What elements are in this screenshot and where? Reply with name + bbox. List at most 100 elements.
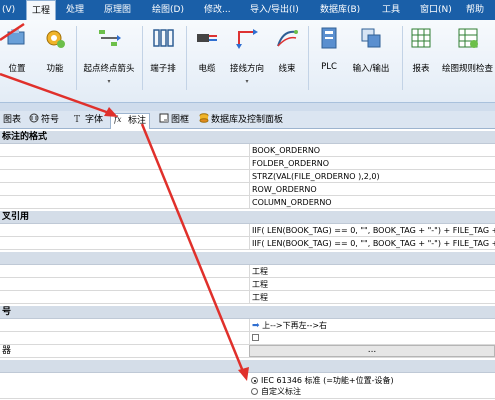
table-row[interactable]: ROW_ORDERNO	[0, 183, 495, 196]
fx-icon: fx	[114, 115, 122, 124]
ribbon-separator	[402, 26, 403, 90]
location-icon	[7, 29, 25, 45]
property-value[interactable]: 工程	[249, 265, 495, 278]
property-value[interactable]	[249, 332, 495, 345]
ribbon-separator	[142, 26, 143, 90]
checkbox[interactable]	[252, 334, 259, 341]
property-name: 器	[2, 346, 12, 356]
browse-button[interactable]: ...	[249, 345, 495, 357]
menu-view[interactable]: (V)	[2, 0, 15, 20]
ribbon-separator	[308, 26, 309, 90]
table-row[interactable]: IIF( LEN(BOOK_TAG) == 0, "", BOOK_TAG + …	[0, 224, 495, 237]
drawing-rules-button[interactable]: 绘图规则检查	[440, 24, 495, 94]
drawing-rules-label: 绘图规则检查	[441, 64, 493, 74]
plc-button[interactable]: PLC	[314, 24, 344, 94]
tab-bar: 图表 符号 T 字体 fx 标注 图框 数据库及控制面板	[0, 111, 495, 129]
radio-button[interactable]	[251, 388, 258, 395]
menu-import-export[interactable]: 导入/导出(I)	[250, 0, 299, 20]
tab-database-control-label: 数据库及控制面板	[211, 115, 284, 125]
cable-button[interactable]: 电缆	[192, 24, 222, 94]
tab-annotation-label: 标注	[128, 116, 147, 126]
property-value[interactable]: 工程	[249, 291, 495, 304]
menu-schematic[interactable]: 原理图	[104, 0, 131, 20]
numbering-direction-value[interactable]: ➡ 上-->下再左-->右	[249, 319, 495, 332]
direction-arrow-icon: ➡	[252, 321, 260, 331]
radio-iec-label: IEC 61346 标准 (=功能+位置-设备)	[261, 376, 394, 385]
property-value[interactable]: 工程	[249, 278, 495, 291]
menu-process[interactable]: 处理	[66, 0, 84, 20]
arrow-endpoints-icon	[99, 30, 121, 46]
chevron-down-icon: ▾	[245, 78, 249, 85]
ribbon: 位置 功能 起点终点箭头 ▾ 端子排 电缆 接线方向 ▾ 线束 PLC 输入/输…	[0, 20, 495, 103]
category-number[interactable]: 号	[0, 306, 495, 319]
radio-button-selected[interactable]	[251, 377, 258, 384]
table-row[interactable]: STRZ(VAL(FILE_ORDERNO ),2,0)	[0, 170, 495, 183]
category-cross-reference[interactable]: 叉引用	[0, 211, 495, 224]
font-icon: T	[74, 115, 80, 123]
category-annotation-format[interactable]: 标注的格式	[0, 131, 495, 144]
table-row[interactable]	[0, 332, 495, 345]
direction-text: 上-->下再左-->右	[262, 321, 328, 330]
drawing-rules-icon	[458, 28, 478, 48]
tab-symbol[interactable]: 符号	[26, 113, 62, 129]
table-row[interactable]: COLUMN_ORDERNO	[0, 196, 495, 209]
ribbon-separator	[76, 26, 77, 90]
menu-database[interactable]: 数据库(B)	[320, 0, 360, 20]
location-button[interactable]: 位置	[2, 24, 32, 94]
menu-modify[interactable]: 修改...	[204, 0, 231, 20]
ribbon-footer	[0, 103, 495, 111]
arrow-endpoints-button[interactable]: 起点终点箭头 ▾	[80, 24, 138, 94]
table-row[interactable]: IIF( LEN(BOOK_TAG) == 0, "", BOOK_TAG + …	[0, 237, 495, 250]
table-row[interactable]: IEC 61346 标准 (=功能+位置-设备) 自定义标注	[0, 373, 495, 399]
property-value[interactable]: IIF( LEN(BOOK_TAG) == 0, "", BOOK_TAG + …	[249, 224, 495, 237]
terminal-strip-button[interactable]: 端子排	[146, 24, 180, 94]
property-value[interactable]: FOLDER_ORDERNO	[249, 157, 495, 170]
wiring-direction-icon	[236, 29, 258, 49]
annotation-standard-options: IEC 61346 标准 (=功能+位置-设备) 自定义标注	[251, 375, 394, 397]
tab-annotation[interactable]: fx 标注	[110, 113, 151, 129]
table-row[interactable]: FOLDER_ORDERNO	[0, 157, 495, 170]
report-label: 报表	[412, 64, 430, 74]
table-row[interactable]: ➡ 上-->下再左-->右	[0, 319, 495, 332]
menu-help[interactable]: 帮助	[466, 0, 484, 20]
harness-icon	[277, 30, 298, 47]
terminal-strip-label: 端子排	[150, 64, 176, 74]
category-unnamed-2[interactable]	[0, 360, 495, 373]
location-label: 位置	[8, 64, 26, 74]
report-button[interactable]: 报表	[406, 24, 436, 94]
svg-text:T: T	[74, 115, 80, 123]
tab-font-label: 字体	[85, 115, 104, 125]
input-output-icon	[361, 28, 381, 48]
radio-custom-option[interactable]: 自定义标注	[251, 386, 394, 397]
radio-iec-option[interactable]: IEC 61346 标准 (=功能+位置-设备)	[251, 375, 394, 386]
property-value[interactable]: BOOK_ORDERNO	[249, 144, 495, 157]
menu-tools[interactable]: 工具	[382, 0, 400, 20]
category-label: 标注的格式	[2, 132, 48, 142]
input-output-button[interactable]: 输入/输出	[348, 24, 394, 94]
function-button[interactable]: 功能	[40, 24, 70, 94]
property-grid: 标注的格式 BOOK_ORDERNO FOLDER_ORDERNO STRZ(V…	[0, 129, 495, 400]
report-icon	[411, 28, 431, 48]
table-row[interactable]: 工程	[0, 291, 495, 304]
table-row[interactable]: 工程	[0, 265, 495, 278]
property-value[interactable]: STRZ(VAL(FILE_ORDERNO ),2,0)	[249, 170, 495, 183]
tab-frame[interactable]: 图框	[156, 113, 192, 129]
wiring-direction-button[interactable]: 接线方向 ▾	[226, 24, 268, 94]
menu-project[interactable]: 工程	[26, 0, 56, 20]
table-row[interactable]: 工程	[0, 278, 495, 291]
harness-button[interactable]: 线束	[272, 24, 302, 94]
property-value[interactable]: ROW_ORDERNO	[249, 183, 495, 196]
symbol-icon	[29, 113, 39, 123]
property-value[interactable]: COLUMN_ORDERNO	[249, 196, 495, 209]
menu-draw[interactable]: 绘图(D)	[152, 0, 184, 20]
table-row[interactable]: 器 ...	[0, 345, 495, 358]
tab-chart-label: 图表	[3, 115, 22, 125]
tab-chart[interactable]: 图表	[0, 113, 24, 129]
category-unnamed[interactable]	[0, 252, 495, 265]
table-row[interactable]: BOOK_ORDERNO	[0, 144, 495, 157]
tab-database-control[interactable]: 数据库及控制面板	[196, 113, 286, 129]
property-value[interactable]: IIF( LEN(BOOK_TAG) == 0, "", BOOK_TAG + …	[249, 237, 495, 250]
tab-frame-label: 图框	[171, 115, 190, 125]
tab-font[interactable]: T 字体	[70, 113, 106, 129]
menu-window[interactable]: 窗口(N)	[420, 0, 452, 20]
